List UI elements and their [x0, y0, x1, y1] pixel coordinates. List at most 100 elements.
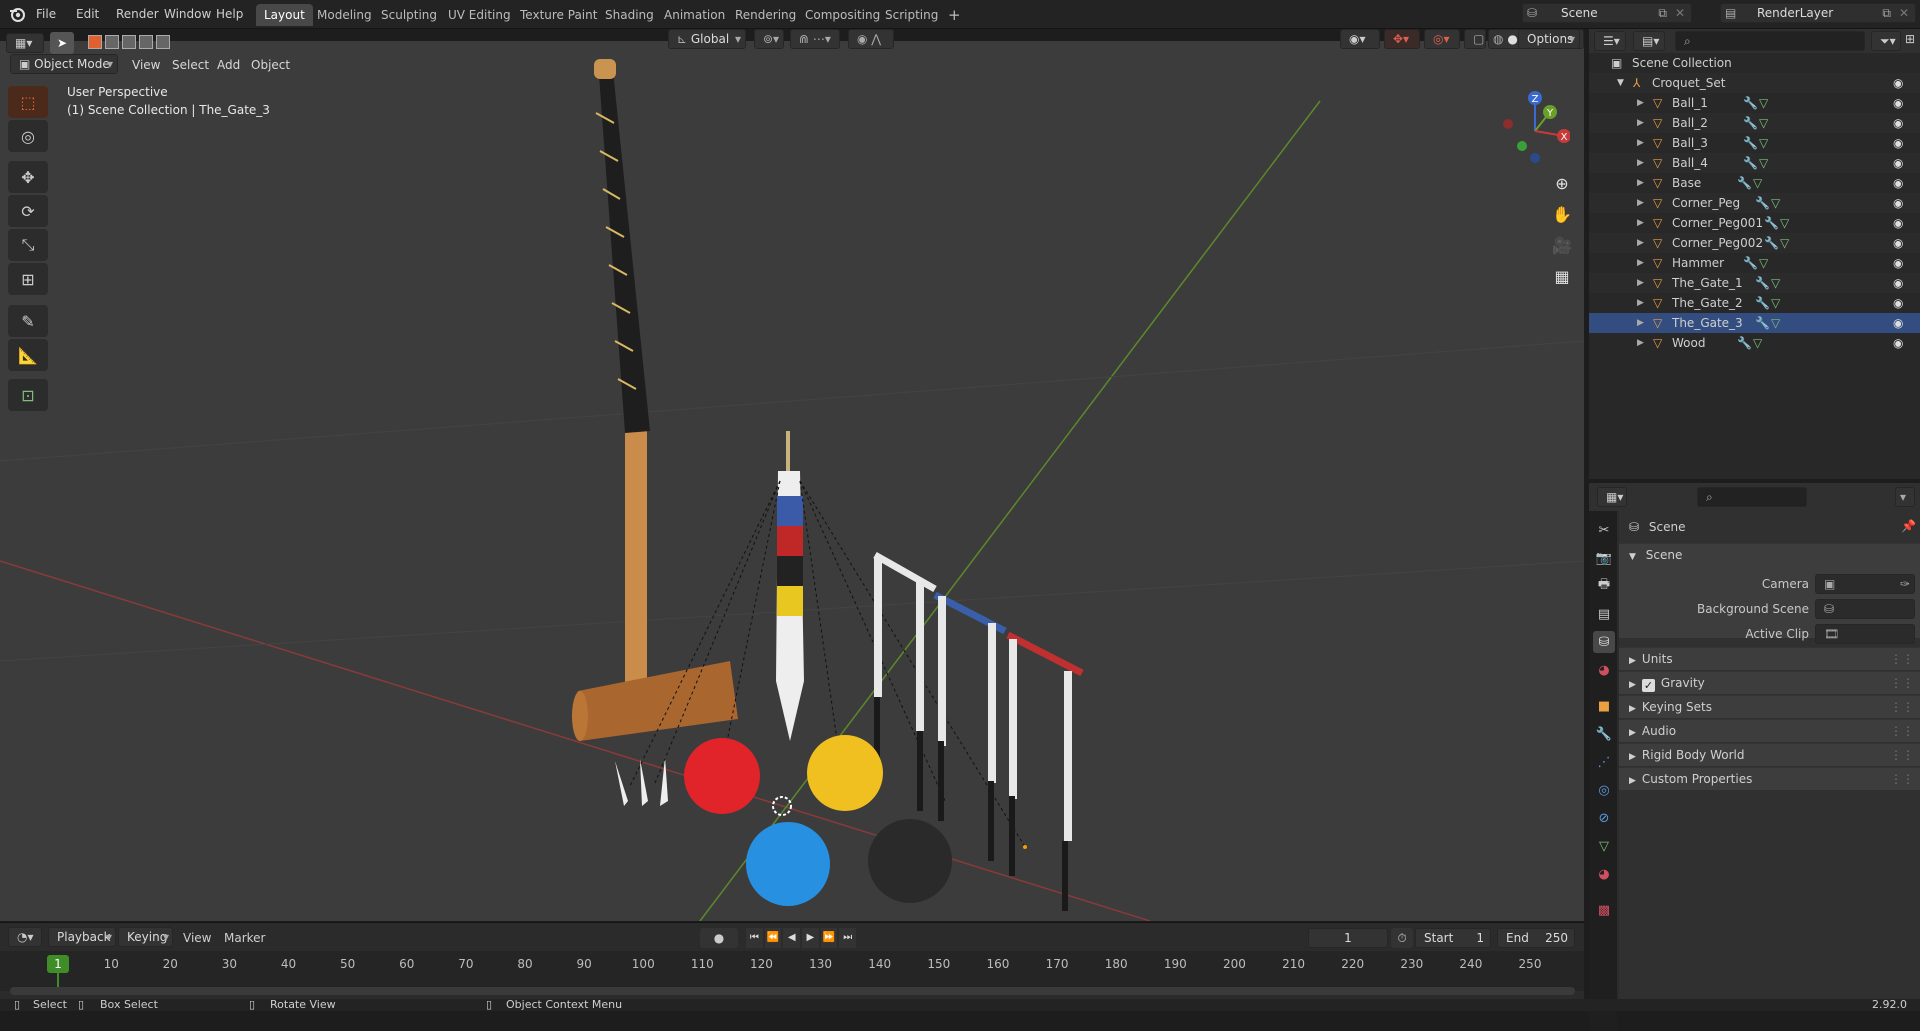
mesh-data-icon[interactable]: ▽ [1759, 93, 1768, 113]
mesh-data-icon[interactable]: ▽ [1759, 153, 1768, 173]
overlays-toggle[interactable]: ◎▾ [1424, 29, 1460, 49]
snap-dropdown[interactable]: ⋒ ⋯▾ [790, 29, 840, 49]
eye-icon[interactable]: ◉ [1893, 173, 1903, 193]
expand-right-icon[interactable]: ▶ [1637, 133, 1644, 153]
renderlayer-selector[interactable]: ▤ RenderLayer ⧉ ✕ [1720, 3, 1916, 23]
tab-scripting[interactable]: Scripting [877, 4, 946, 26]
drag-handle-icon[interactable]: ⋮⋮ [1890, 696, 1914, 719]
modifier-wrench-icon[interactable]: 🔧 [1755, 273, 1770, 293]
timeline-menu-marker[interactable]: Marker [224, 929, 265, 947]
eye-icon[interactable]: ◉ [1893, 333, 1903, 353]
add-workspace-icon[interactable]: + [940, 4, 969, 26]
timeline-editor-type[interactable]: ◔▾ [8, 927, 42, 947]
keying-dropdown[interactable]: Keying ▾ [118, 927, 173, 947]
tab-scene[interactable]: ⛁ [1593, 631, 1615, 653]
outliner-item[interactable]: ▶ ▽ Ball_3 🔧 ▽ ◉ [1589, 133, 1920, 153]
outliner-item[interactable]: ▶ ▽ Corner_Peg002 🔧 ▽ ◉ [1589, 233, 1920, 253]
xray-toggle[interactable]: ▢ [1464, 29, 1486, 49]
cursor-tool[interactable]: ◎ [8, 120, 48, 152]
eye-icon[interactable]: ◉ [1893, 273, 1903, 293]
modifier-wrench-icon[interactable]: 🔧 [1755, 193, 1770, 213]
vp-menu-add[interactable]: Add [217, 55, 240, 75]
pin-icon[interactable]: 📌 [1901, 519, 1916, 533]
tab-material[interactable]: ◕ [1593, 863, 1615, 885]
outliner-item[interactable]: ▶ ▽ Ball_4 🔧 ▽ ◉ [1589, 153, 1920, 173]
eye-icon[interactable]: ◉ [1893, 293, 1903, 313]
start-frame-field[interactable]: Start 1 [1415, 928, 1491, 948]
current-frame-field[interactable]: 1 [1308, 928, 1388, 948]
tab-physics[interactable]: ◎ [1593, 779, 1615, 801]
section-units[interactable]: ▶ Units ⋮⋮ [1619, 647, 1920, 670]
eye-icon[interactable]: ◉ [1893, 113, 1903, 133]
active-clip-field[interactable]: 🎞 [1815, 624, 1915, 644]
display-mode-dropdown[interactable]: ▤▾ [1633, 31, 1665, 51]
section-rigid-body-world[interactable]: ▶ Rigid Body World ⋮⋮ [1619, 743, 1920, 766]
jump-end-icon[interactable]: ⏭ [839, 928, 857, 948]
mesh-data-icon[interactable]: ▽ [1780, 213, 1789, 233]
wireframe-shading-icon[interactable]: ◍ [1493, 32, 1503, 46]
expand-right-icon[interactable]: ▶ [1637, 93, 1644, 113]
pivot-point-dropdown[interactable]: ⊚▾ [754, 29, 784, 49]
outliner-item[interactable]: ▶ ▽ Corner_Peg 🔧 ▽ ◉ [1589, 193, 1920, 213]
menu-render[interactable]: Render [110, 5, 165, 24]
tab-particles[interactable]: ⋰ [1593, 751, 1615, 773]
section-keying-sets[interactable]: ▶ Keying Sets ⋮⋮ [1619, 695, 1920, 718]
expand-right-icon[interactable]: ▶ [1637, 313, 1644, 333]
end-frame-field[interactable]: End 250 [1497, 928, 1575, 948]
expand-right-icon[interactable]: ▶ [1637, 333, 1644, 353]
object-mode-dropdown[interactable]: ▣ Object Mode ▾ [10, 54, 118, 74]
outliner-item[interactable]: ▶ ▽ Base 🔧 ▽ ◉ [1589, 173, 1920, 193]
expand-right-icon[interactable]: ▶ [1637, 113, 1644, 133]
vp-menu-select[interactable]: Select [172, 55, 209, 75]
tab-sculpting[interactable]: Sculpting [373, 4, 445, 26]
add-cube-tool[interactable]: ⊡ [8, 379, 48, 411]
select-new-icon[interactable] [88, 35, 102, 49]
delete-scene-icon[interactable]: ✕ [1675, 4, 1685, 22]
tab-rendering[interactable]: Rendering [727, 4, 804, 26]
outliner-collection-row[interactable]: ▼ ⅄ Croquet_Set ◉ [1589, 73, 1920, 93]
delete-renderlayer-icon[interactable]: ✕ [1899, 4, 1909, 22]
tab-texture[interactable]: ▩ [1593, 899, 1615, 921]
mesh-data-icon[interactable]: ▽ [1771, 293, 1780, 313]
tab-world[interactable]: ◕ [1593, 659, 1615, 681]
filter-dropdown[interactable]: ⏷▾ [1871, 31, 1901, 51]
tab-compositing[interactable]: Compositing [797, 4, 888, 26]
drag-handle-icon[interactable]: ⋮⋮ [1890, 648, 1914, 671]
scale-tool[interactable]: ⤡ [8, 229, 48, 261]
menu-file[interactable]: File [30, 5, 62, 24]
gravity-checkbox[interactable]: ✓ [1641, 679, 1655, 692]
options-dropdown[interactable]: Options ▾ [1518, 29, 1580, 49]
mesh-data-icon[interactable]: ▽ [1771, 313, 1780, 333]
move-tool[interactable]: ✥ [8, 161, 48, 193]
eye-icon[interactable]: ◉ [1893, 253, 1903, 273]
play-icon[interactable]: ▶ [802, 928, 819, 948]
annotate-tool[interactable]: ✎ [8, 305, 48, 337]
outliner-item[interactable]: ▶ ▽ The_Gate_1 🔧 ▽ ◉ [1589, 273, 1920, 293]
prev-keyframe-icon[interactable]: ⏪ [764, 928, 782, 948]
transform-orientation-dropdown[interactable]: ⊾ Global ▾ [668, 29, 746, 49]
navigation-gizmo[interactable]: Z Y X [1490, 86, 1570, 166]
select-subtract-icon[interactable] [122, 35, 136, 49]
blender-logo-icon[interactable] [8, 5, 26, 23]
tab-data[interactable]: ▽ [1593, 835, 1615, 857]
modifier-wrench-icon[interactable]: 🔧 [1743, 113, 1758, 133]
tab-render[interactable]: 📷 [1593, 547, 1615, 569]
editor-type-button[interactable]: ▦▾ [6, 33, 44, 53]
playback-dropdown[interactable]: Playback ▾ [48, 927, 116, 947]
playhead[interactable]: 1 [47, 955, 69, 973]
eye-icon[interactable]: ◉ [1893, 133, 1903, 153]
new-collection-icon[interactable]: ⊞ [1905, 32, 1915, 46]
tab-modeling[interactable]: Modeling [309, 4, 380, 26]
expand-right-icon[interactable]: ▶ [1637, 273, 1644, 293]
drag-handle-icon[interactable]: ⋮⋮ [1890, 672, 1914, 695]
new-scene-icon[interactable]: ⧉ [1658, 4, 1667, 22]
outliner-item[interactable]: ▶ ▽ Ball_1 🔧 ▽ ◉ [1589, 93, 1920, 113]
expand-right-icon[interactable]: ▶ [1637, 153, 1644, 173]
menu-help[interactable]: Help [210, 5, 249, 24]
mesh-data-icon[interactable]: ▽ [1759, 113, 1768, 133]
outliner-scene-collection[interactable]: ▣ Scene Collection [1589, 53, 1920, 73]
camera-view-button[interactable]: 🎥 [1548, 231, 1576, 259]
eye-icon[interactable]: ◉ [1893, 73, 1903, 93]
tab-uv-editing[interactable]: UV Editing [440, 4, 519, 26]
drag-handle-icon[interactable]: ⋮⋮ [1890, 768, 1914, 791]
